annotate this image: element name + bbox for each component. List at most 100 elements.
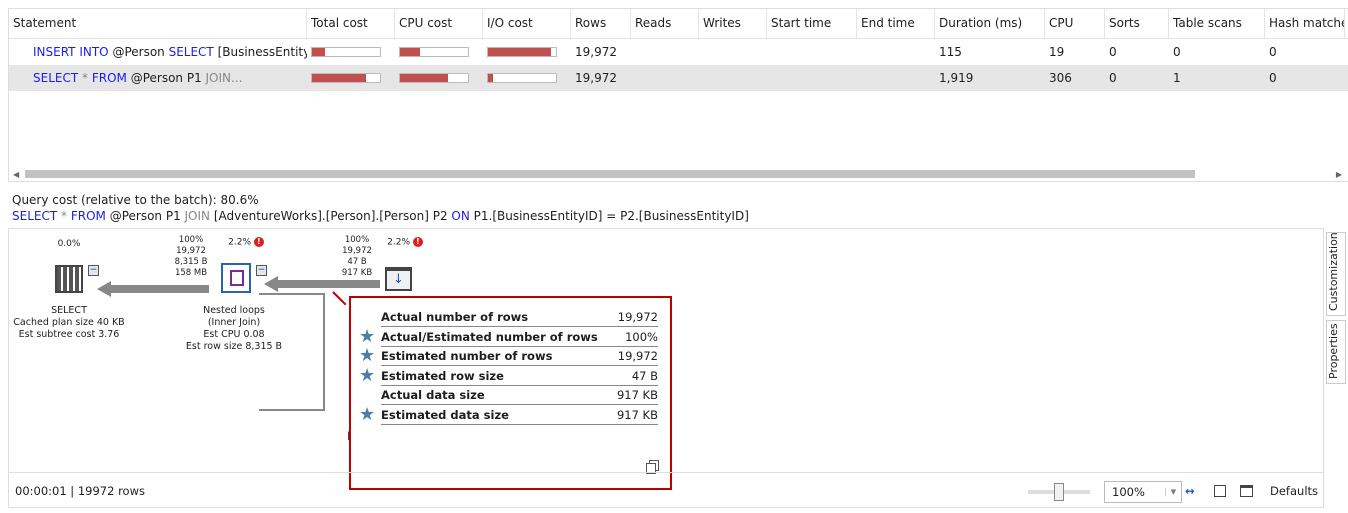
sql-token: [AdventureWorks].[Person].[Person] P2: [210, 209, 452, 223]
cost-bar: [399, 73, 469, 83]
scan-cost: 2.2% !: [385, 237, 425, 249]
cost-bar-fill: [488, 48, 552, 56]
tooltip-label: Estimated data size: [381, 407, 509, 422]
zoom-to-fit-icon[interactable]: [1214, 484, 1226, 497]
edge-stats: 100% 19,972 8,315 B 158 MB: [169, 235, 213, 279]
tooltip-value: 19,972: [617, 310, 658, 324]
arrow-head: [97, 281, 111, 297]
edge-stat: 19,972: [342, 246, 372, 256]
data-flow-arrow: [277, 280, 380, 288]
node-detail: Cached plan size 40 KB: [13, 317, 125, 328]
column-header[interactable]: End time: [857, 9, 935, 38]
column-header[interactable]: Writes: [699, 9, 767, 38]
column-header[interactable]: I/O cost: [483, 9, 571, 38]
hash-cell: 0: [1269, 45, 1277, 59]
column-header[interactable]: Statement: [9, 9, 307, 38]
horizontal-scrollbar[interactable]: ◀ ▶: [9, 167, 1348, 181]
connector-line: [259, 293, 325, 411]
nested-loops-icon[interactable]: [221, 263, 251, 293]
statements-grid: Statement Total cost CPU cost I/O cost Rows R…: [8, 8, 1348, 182]
edge-stats: 100% 19,972 47 B 917 KB: [335, 235, 379, 279]
table-scan-icon[interactable]: ↓: [385, 267, 412, 291]
column-header[interactable]: Total cost: [307, 9, 395, 38]
zoom-slider-thumb[interactable]: [1054, 483, 1064, 501]
statement-cell: SELECT * FROM @Person P1 JOIN...: [9, 71, 307, 85]
cost-pct: 2.2%: [387, 237, 410, 248]
cpuv-cell: 19: [1049, 45, 1065, 59]
rows-cell: 19,972: [575, 45, 617, 59]
sql-token: [BusinessEntityID],...: [217, 45, 307, 59]
cost-bar-fill: [312, 48, 325, 56]
cpu-cost-bar: [395, 47, 483, 57]
star-icon: ★: [359, 364, 376, 386]
zoom-select[interactable]: 100% ▼: [1104, 481, 1182, 503]
collapse-icon[interactable]: −: [256, 265, 267, 276]
node-name: SELECT: [51, 305, 87, 316]
sql-token: JOIN...: [205, 71, 243, 85]
tooltip-row: Estimated number of rows 19,972: [381, 347, 658, 366]
tooltip-row: Actual data size 917 KB: [381, 386, 658, 405]
column-header[interactable]: Reads: [631, 9, 699, 38]
cost-bar-fill: [488, 74, 493, 82]
hash-cell: 0: [1269, 71, 1277, 85]
arrow-head: [264, 276, 278, 292]
scroll-left-icon[interactable]: ◀: [13, 170, 19, 179]
sql-token: *: [78, 71, 92, 85]
duration-cell: 1,919: [939, 71, 974, 85]
column-header[interactable]: Duration (ms): [935, 9, 1045, 38]
sorts-cell: 0: [1109, 71, 1117, 85]
table-row[interactable]: INSERT INTO @Person SELECT [BusinessEnti…: [9, 39, 1348, 65]
column-header[interactable]: Rows: [571, 9, 631, 38]
chevron-down-icon[interactable]: ▼: [1165, 488, 1181, 496]
scrollbar-thumb[interactable]: [25, 170, 1195, 178]
sql-token: @Person P1: [105, 209, 185, 223]
select-node-label: SELECT Cached plan size 40 KB Est subtre…: [9, 305, 129, 341]
sql-token: FROM: [70, 209, 106, 223]
query-sql: SELECT * FROM @Person P1 JOIN [Adventure…: [12, 208, 749, 224]
statement-cell: INSERT INTO @Person SELECT [BusinessEnti…: [9, 45, 307, 59]
table-row[interactable]: SELECT * FROM @Person P1 JOIN... 19,972 1,…: [9, 65, 1348, 91]
grid-header: Statement Total cost CPU cost I/O cost Rows R…: [9, 9, 1348, 39]
query-info: Query cost (relative to the batch): 80.6…: [12, 192, 749, 224]
tooltip-value: 100%: [625, 329, 658, 344]
sql-token: *: [57, 209, 71, 223]
edge-stat: 917 KB: [341, 268, 373, 278]
fit-width-icon[interactable]: ↔: [1185, 484, 1195, 498]
total-cost-bar: [307, 47, 395, 57]
properties-tab[interactable]: Properties: [1326, 320, 1346, 384]
column-header[interactable]: Start time: [767, 9, 857, 38]
column-header[interactable]: CPU cost: [395, 9, 483, 38]
cost-bar: [399, 47, 469, 57]
io-cost-bar: [483, 47, 571, 57]
zoom-slider[interactable]: [1028, 483, 1090, 501]
settings-window-icon[interactable]: [1240, 484, 1253, 497]
select-node-icon[interactable]: [55, 265, 83, 293]
scroll-right-icon[interactable]: ▶: [1336, 170, 1342, 179]
cost-bar: [311, 47, 381, 57]
warning-icon[interactable]: !: [253, 237, 264, 247]
io-cost-bar: [483, 73, 571, 83]
select-cost: 0.0%: [57, 239, 81, 249]
warning-icon[interactable]: !: [412, 237, 423, 247]
data-flow-arrow: [109, 285, 209, 293]
column-header[interactable]: CPU: [1045, 9, 1105, 38]
cost-bar: [487, 73, 557, 83]
scans-cell: 0: [1173, 45, 1181, 59]
column-header[interactable]: Hash matches: [1265, 9, 1345, 38]
column-header[interactable]: Table scans: [1169, 9, 1265, 38]
tooltip-label: Estimated row size: [381, 368, 504, 383]
sql-token: JOIN: [184, 209, 211, 223]
cost-bar-fill: [400, 74, 448, 82]
customization-tab[interactable]: Customization: [1326, 232, 1346, 316]
tooltip-label: Actual number of rows: [381, 310, 529, 324]
defaults-button[interactable]: Defaults: [1270, 484, 1318, 498]
column-header[interactable]: Sorts: [1105, 9, 1169, 38]
scans-cell: 1: [1173, 71, 1181, 85]
edge-stat: 8,315 B: [174, 257, 208, 267]
cost-pct: 2.2%: [228, 237, 251, 248]
rows-cell: 19,972: [575, 71, 617, 85]
edge-stat: 19,972: [176, 246, 206, 256]
collapse-icon[interactable]: −: [88, 265, 99, 276]
node-detail: Est subtree cost 3.76: [18, 329, 120, 340]
status-text: 00:00:01 | 19972 rows: [15, 483, 145, 498]
